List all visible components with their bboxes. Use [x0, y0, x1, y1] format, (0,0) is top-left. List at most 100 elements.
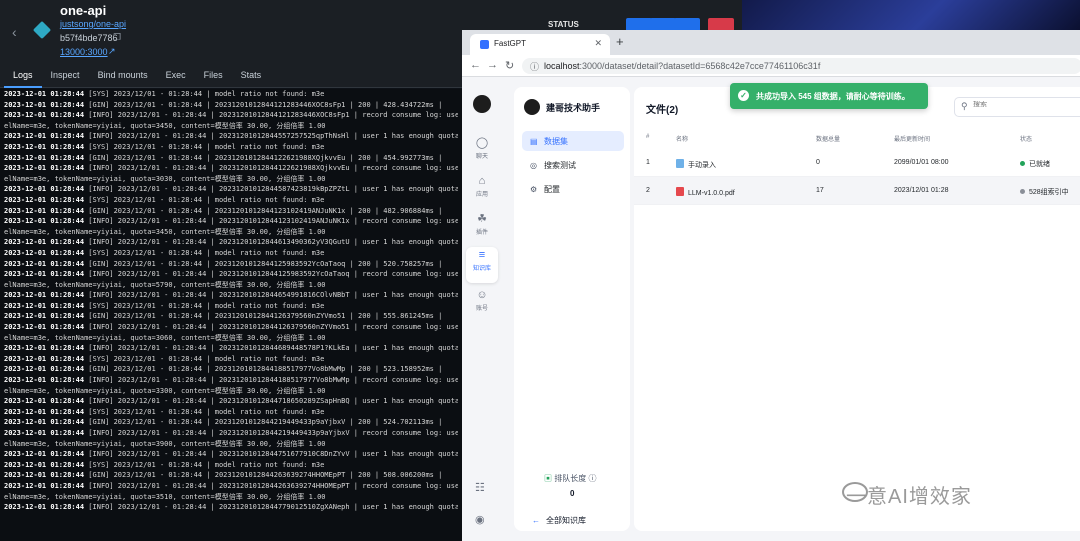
rail-item-chat[interactable]: ◯ 聊天: [466, 135, 498, 171]
log-line: 2023-12-01 01:28:44 [GIN] 2023/12/01 - 0…: [4, 364, 458, 375]
log-message: [SYS] 2023/12/01 - 01:28:44 | model rati…: [88, 90, 325, 98]
log-line: elName=m3e, tokenName=yiyiai, quota=3030…: [4, 174, 458, 185]
docs-icon[interactable]: ☷: [475, 481, 485, 494]
search-box[interactable]: ⚲: [954, 97, 1080, 117]
container-cube-icon: [32, 20, 52, 40]
rail-item-label: 账号: [475, 306, 488, 312]
log-timestamp: 2023-12-01 01:28:44: [4, 312, 85, 321]
container-image-link[interactable]: justsong/one-api: [60, 19, 126, 29]
log-message: [INFO] 2023/12/01 - 01:28:44 | 202312010…: [88, 111, 458, 120]
kb-name: 建哥技术助手: [546, 103, 601, 113]
tab-stats[interactable]: Stats: [232, 66, 271, 88]
log-message: [SYS] 2023/12/01 - 01:28:44 | model rati…: [88, 142, 325, 151]
tab-exec[interactable]: Exec: [157, 66, 195, 88]
log-line: 2023-12-01 01:28:44 [INFO] 2023/12/01 - …: [4, 184, 458, 195]
row-name-text: LLM-v1.0.0.pdf: [688, 190, 735, 197]
search-input[interactable]: [973, 101, 1080, 108]
url-text: localhost:3000/dataset/detail?datasetId=…: [544, 61, 820, 71]
log-line: elName=m3e, tokenName=yiyiai, quota=3060…: [4, 333, 458, 344]
log-timestamp: 2023-12-01 01:28:44: [4, 132, 85, 141]
close-tab-icon[interactable]: ✕: [594, 38, 602, 49]
log-line: 2023-12-01 01:28:44 [GIN] 2023/12/01 - 0…: [4, 259, 458, 270]
rail-item-plugins[interactable]: ☘ 插件: [466, 211, 498, 247]
log-line: 2023-12-01 01:28:44 [GIN] 2023/12/01 - 0…: [4, 153, 458, 164]
rail-item-label: 应用: [475, 192, 488, 198]
address-bar-row: ← → ↻ ⓘ localhost:3000/dataset/detail?da…: [462, 55, 1080, 77]
rail-item-label: 插件: [475, 230, 488, 236]
kb-menu-search-test[interactable]: ◎ 搜索测试: [522, 155, 624, 175]
log-line: 2023-12-01 01:28:44 [GIN] 2023/12/01 - 0…: [4, 206, 458, 217]
log-line: 2023-12-01 01:28:44 [SYS] 2023/12/01 - 0…: [4, 142, 458, 153]
log-timestamp: 2023-12-01 01:28:44: [4, 365, 85, 374]
queue-label: 排队长度: [554, 474, 587, 483]
log-line: 2023-12-01 01:28:44 [INFO] 2023/12/01 - …: [4, 131, 458, 142]
log-line: 2023-12-01 01:28:44 [GIN] 2023/12/01 - 0…: [4, 470, 458, 481]
log-message: elName=m3e, tokenName=yiyiai, quota=3900…: [4, 439, 326, 448]
chat-icon: ◯: [475, 137, 489, 149]
log-line: 2023-12-01 01:28:44 [INFO] 2023/12/01 - …: [4, 375, 458, 386]
log-line: elName=m3e, tokenName=yiyiai, quota=5790…: [4, 280, 458, 291]
site-info-icon[interactable]: ⓘ: [530, 60, 539, 73]
help-icon[interactable]: ⓘ: [588, 474, 596, 483]
container-port-link[interactable]: 13000:3000: [60, 47, 108, 57]
browser-tab[interactable]: FastGPT ✕: [470, 34, 610, 55]
table-row[interactable]: 2 LLM-v1.0.0.pdf 17 2023/12/01 01:28 528…: [634, 177, 1080, 205]
forward-icon[interactable]: →: [487, 59, 498, 71]
files-panel: 文件(2) ⚲ # 名称 数据总量 最后更新时间 状态 1 手动录入 0 209…: [634, 87, 1080, 531]
user-avatar[interactable]: [473, 95, 491, 113]
log-message: [INFO] 2023/12/01 - 01:28:44 | 202312010…: [88, 270, 458, 279]
row-status-text: 528组索引中: [1029, 189, 1069, 196]
container-name: one-api: [60, 3, 107, 18]
back-icon[interactable]: ←: [470, 59, 481, 71]
reload-icon[interactable]: ↻: [505, 59, 514, 72]
log-line: 2023-12-01 01:28:44 [SYS] 2023/12/01 - 0…: [4, 195, 458, 206]
table-row[interactable]: 1 手动录入 0 2099/01/01 08:00 已就绪: [634, 149, 1080, 177]
external-link-icon[interactable]: ↗: [108, 46, 116, 57]
log-message: [INFO] 2023/12/01 - 01:28:44 | 202312010…: [88, 429, 458, 437]
all-kb-link[interactable]: ← 全部知识库: [532, 515, 586, 526]
status-dot: [1020, 189, 1025, 194]
kb-menu-config[interactable]: ⚙ 配置: [522, 179, 624, 199]
queue-value: 0: [570, 489, 575, 498]
gear-icon: ⚙: [530, 185, 538, 194]
log-timestamp: 2023-12-01 01:28:44: [4, 100, 85, 109]
log-line: 2023-12-01 01:28:44 [GIN] 2023/12/01 - 0…: [4, 100, 458, 111]
tab-bind-mounts[interactable]: Bind mounts: [89, 66, 157, 88]
tab-logs[interactable]: Logs: [4, 66, 42, 88]
log-output[interactable]: 2023-12-01 01:28:44 [SYS] 2023/12/01 - 0…: [0, 89, 462, 541]
log-line: 2023-12-01 01:28:44 [INFO] 2023/12/01 - …: [4, 237, 458, 248]
row-index: 1: [646, 159, 650, 166]
log-message: [SYS] 2023/12/01 - 01:28:44 | model rati…: [88, 354, 325, 363]
success-toast: ✓ 共成功导入 545 组数据，请耐心等待训练。: [730, 83, 928, 109]
col-updated-header: 最后更新时间: [894, 137, 931, 143]
log-timestamp: 2023-12-01 01:28:44: [4, 481, 85, 490]
log-timestamp: 2023-12-01 01:28:44: [4, 450, 85, 459]
url-field[interactable]: ⓘ localhost:3000/dataset/detail?datasetI…: [522, 58, 1080, 74]
back-arrow-icon[interactable]: ‹: [12, 24, 17, 40]
tab-files[interactable]: Files: [195, 66, 232, 88]
status-dot: [1020, 161, 1025, 166]
log-timestamp: 2023-12-01 01:28:44: [4, 418, 85, 427]
log-timestamp: 2023-12-01 01:28:44: [4, 142, 85, 151]
log-message: [GIN] 2023/12/01 - 01:28:44 | 2023120101…: [88, 312, 443, 321]
log-message: [INFO] 2023/12/01 - 01:28:44 | 202312010…: [88, 481, 458, 490]
container-header: ‹ one-api justsong/one-api b57f4bde7786 …: [0, 0, 462, 66]
log-line: 2023-12-01 01:28:44 [SYS] 2023/12/01 - 0…: [4, 301, 458, 312]
github-icon[interactable]: ◉: [475, 513, 485, 526]
log-message: [INFO] 2023/12/01 - 01:28:44 | 202312010…: [88, 397, 458, 406]
log-line: 2023-12-01 01:28:44 [SYS] 2023/12/01 - 0…: [4, 407, 458, 418]
rail-item-account[interactable]: ☺ 账号: [466, 287, 498, 323]
kb-menu-dataset[interactable]: ▤ 数据集: [522, 131, 624, 151]
log-timestamp: 2023-12-01 01:28:44: [4, 90, 85, 98]
log-message: [INFO] 2023/12/01 - 01:28:44 | 202312010…: [88, 323, 458, 332]
toast-message: 共成功导入 545 组数据，请耐心等待训练。: [756, 92, 910, 101]
new-tab-icon[interactable]: +: [616, 35, 624, 48]
rail-item-apps[interactable]: ⌂ 应用: [466, 173, 498, 209]
rail-item-knowledge-base[interactable]: ≡ 知识库: [466, 247, 498, 283]
log-message: elName=m3e, tokenName=yiyiai, quota=3450…: [4, 121, 326, 130]
back-arrow-icon: ←: [532, 516, 540, 525]
tab-inspect[interactable]: Inspect: [42, 66, 89, 88]
copy-icon[interactable]: ❐: [113, 32, 121, 43]
kb-menu-label: 搜索测试: [544, 161, 576, 170]
plugin-icon: ☘: [477, 213, 487, 225]
